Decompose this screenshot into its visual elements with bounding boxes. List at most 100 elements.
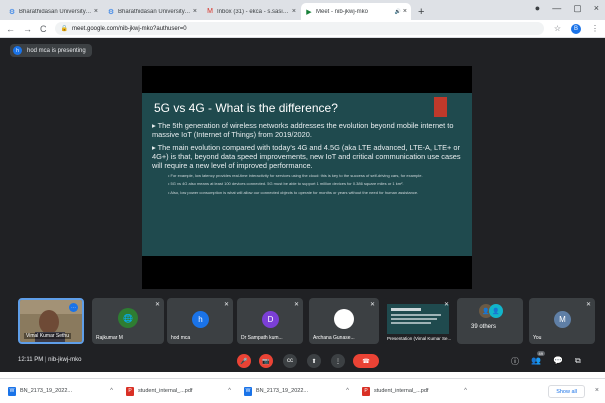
cast-icon[interactable]: ● [535,3,540,14]
presenting-banner: h hod mca is presenting [10,44,92,57]
participant-avatar: D [262,311,279,328]
participant-photo: 🌐 [118,308,138,328]
participant-tile[interactable]: ✕ 🌐 Rajkumar M [92,298,164,344]
download-filename: student_internal_...pdf [138,388,193,394]
others-avatar-stack: 👤 [489,304,503,318]
download-filename: BN_2173_19_2022... [20,388,72,394]
profile-avatar[interactable]: B [571,23,581,34]
tab-title: Meet - nib-jkwj-mko [316,8,369,15]
more-options-icon[interactable]: ⋯ [69,303,78,312]
present-now-button[interactable]: ⬆ [307,354,321,368]
star-icon[interactable]: ☆ [554,24,561,33]
participant-avatar: h [192,311,209,328]
forward-icon[interactable]: → [23,24,32,34]
mic-off-icon: ✕ [585,302,591,308]
slide-title: 5G vs 4G - What is the difference? [154,101,338,115]
mic-off-icon: ✕ [154,302,160,308]
meet-favicon-icon: ▶ [306,8,312,16]
window-controls: ● — ▢ × [535,3,599,14]
slide-bullet: ▸ The main evolution compared with today… [152,143,461,171]
close-downloads-icon[interactable]: × [595,387,599,394]
pdf-file-icon: P [362,386,370,396]
reload-icon[interactable]: C [40,24,47,34]
chevron-up-icon[interactable]: ^ [110,388,113,394]
meeting-info-icon[interactable]: ⓘ [511,356,519,367]
close-tab-icon[interactable]: × [193,8,197,15]
new-tab-button[interactable]: + [418,3,424,20]
university-favicon-icon: ⚙ [8,8,16,16]
participant-name: Dr Sampath kum... [241,335,283,341]
participant-avatar: M [554,311,571,328]
mic-off-icon: ✕ [369,302,375,308]
gmail-favicon-icon: M [207,8,213,15]
mic-off-icon: ✕ [223,302,229,308]
participant-name: Rajkumar M [96,335,123,341]
participant-photo [334,309,354,329]
back-icon[interactable]: ← [6,24,15,34]
chat-icon[interactable]: 💬 [553,356,563,365]
chevron-up-icon[interactable]: ^ [228,388,231,394]
close-tab-icon[interactable]: × [403,8,407,15]
menu-icon[interactable]: ⋮ [591,24,599,33]
audio-playing-icon[interactable]: 🔊 [395,9,401,15]
chevron-up-icon[interactable]: ^ [464,388,467,394]
download-item[interactable]: P student_internal_...pdf ^ [126,384,231,398]
lock-icon: 🔒 [60,26,68,32]
participant-tile-presentation[interactable]: ✕ Presentation (Vimal Kumar Se... [383,298,453,344]
slide-subbullet: • 5G vs 4G also means at least 100 devic… [168,181,404,187]
participant-name: Presentation (Vimal Kumar Se... [387,336,452,341]
show-all-button[interactable]: Show all [548,385,585,398]
slide-subbullet: • For example, low latency provides real… [168,173,423,179]
mic-toggle-button[interactable]: 🎤 [237,354,251,368]
slide-bullet: ▸ The 5th generation of wireless network… [152,121,454,140]
meet-control-bar: 12:11 PM | nib-jkwj-mko 🎤 📷 cc ⬆ ⋮ ☎ ⓘ 👥… [0,349,605,372]
presenter-avatar: h [13,46,22,55]
mic-off-icon: ✕ [443,302,449,308]
people-icon[interactable]: 👥 49 [531,351,545,365]
minimize-icon[interactable]: — [552,3,561,14]
downloads-bar: W BN_2173_19_2022... ^ P student_interna… [0,378,605,403]
address-bar: ← → C 🔒 meet.google.com/nib-jkwj-mko?aut… [0,20,605,38]
word-file-icon: W [244,386,252,396]
close-tab-icon[interactable]: × [292,8,296,15]
camera-toggle-button[interactable]: 📷 [259,354,273,368]
more-options-button[interactable]: ⋮ [331,354,345,368]
participant-tile[interactable]: ✕ D Dr Sampath kum... [237,298,303,344]
tab-title: Inbox (31) - ekca - s.sasiPurna [217,8,290,15]
tab-meet[interactable]: ▶ Meet - nib-jkwj-mko 🔊 × [301,3,411,20]
browser-tab-strip: ⚙ Bharathidasan University, Tiruchi × ⚙ … [0,0,605,20]
participant-name: You [533,335,542,341]
end-call-button[interactable]: ☎ [353,354,379,368]
participant-tile[interactable]: ⋯ Vimal Kumar Sethu [18,298,84,344]
tab-2[interactable]: M Inbox (31) - ekca - s.sasiPurna × [202,3,300,20]
tab-1[interactable]: ⚙ Bharathidasan University, Tiruc × [103,3,201,20]
participant-name: hod mca [171,335,191,341]
tab-title: Bharathidasan University, Tiruchi [19,8,92,15]
close-tab-icon[interactable]: × [94,8,98,15]
tab-0[interactable]: ⚙ Bharathidasan University, Tiruchi × [4,3,102,20]
maximize-icon[interactable]: ▢ [573,3,582,14]
download-item[interactable]: P student_internal_...pdf ^ [362,384,467,398]
activities-icon[interactable]: ⧉ [575,356,581,366]
download-item[interactable]: W BN_2173_19_2022... ^ [244,384,349,398]
pdf-file-icon: P [126,386,134,396]
chevron-up-icon[interactable]: ^ [346,388,349,394]
participant-tile-self[interactable]: ✕ M You [529,298,595,344]
presentation-stage: 5G vs 4G - What is the difference? ▸ The… [142,66,472,289]
download-item[interactable]: W BN_2173_19_2022... ^ [8,384,113,398]
participant-tile[interactable]: ✕ Archana Gunase... [309,298,379,344]
captions-button[interactable]: cc [283,354,297,368]
others-count: 39 others [471,324,497,330]
participant-tile[interactable]: ✕ h hod mca [167,298,233,344]
presenting-label: hod mca is presenting [27,47,86,54]
participant-tile-others[interactable]: 👤 👤 39 others [457,298,523,344]
university-favicon-icon: ⚙ [107,8,115,16]
url-field[interactable]: 🔒 meet.google.com/nib-jkwj-mko?authuser=… [54,22,544,35]
slide-accent [434,97,447,117]
meet-window: h hod mca is presenting 5G vs 4G - What … [0,38,605,372]
participant-name: Archana Gunase... [313,335,355,341]
close-window-icon[interactable]: × [594,3,599,14]
download-filename: BN_2173_19_2022... [256,388,308,394]
presentation-slide: 5G vs 4G - What is the difference? ▸ The… [142,93,472,256]
meeting-time-info: 12:11 PM | nib-jkwj-mko [18,357,82,363]
